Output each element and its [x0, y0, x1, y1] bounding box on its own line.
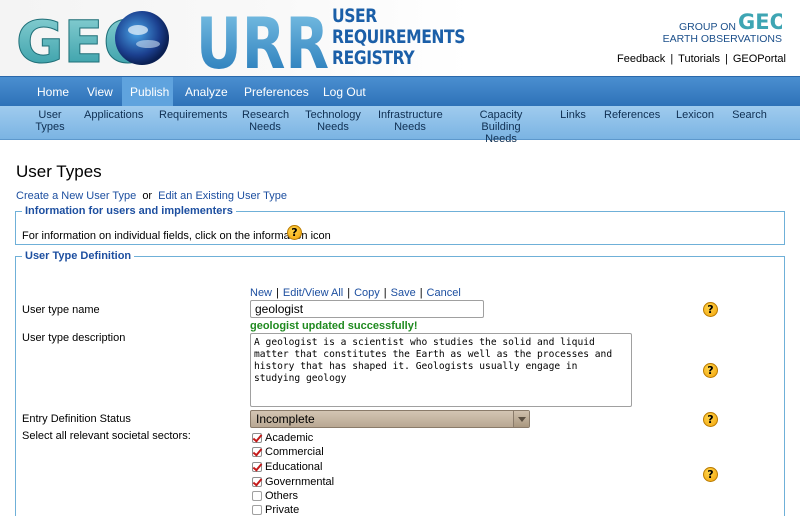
urr-title-line: REQUIREMENTS	[332, 26, 466, 48]
entry-status-select[interactable]: Incomplete	[250, 410, 530, 428]
sector-label: Others	[265, 490, 299, 502]
help-icon[interactable]: ?	[287, 225, 302, 240]
info-section-legend: Information for users and implementers	[22, 205, 236, 217]
subnav-label: Requirements	[159, 109, 228, 121]
urr-title-line: USER	[332, 5, 377, 27]
subnav-search[interactable]: Search	[732, 109, 767, 121]
urr-title-line: REGISTRY	[332, 47, 415, 69]
urr-title: USER REQUIREMENTS REGISTRY	[332, 5, 466, 69]
subnav-label: References	[604, 109, 661, 121]
checkbox-checked[interactable]	[252, 462, 262, 472]
subnav-applications[interactable]: Applications	[84, 109, 144, 121]
subnav-label: Needs	[394, 121, 426, 133]
sub-nav: User Types Applications Requirements Res…	[0, 106, 800, 145]
separator: |	[276, 287, 279, 299]
nav-analyze[interactable]: Analyze	[177, 77, 236, 107]
separator: |	[347, 287, 351, 299]
page-title: User Types	[16, 162, 102, 181]
subnav-label: Lexicon	[676, 109, 714, 121]
copy-link[interactable]: Copy	[354, 287, 380, 299]
subnav-label: Applications	[84, 109, 144, 121]
subnav-label: Capacity Building	[479, 109, 523, 133]
chevron-down-icon[interactable]	[513, 411, 529, 427]
nav-publish[interactable]: Publish	[122, 77, 173, 107]
org-name-line: GROUP ON	[679, 21, 736, 33]
help-icon[interactable]: ?	[703, 363, 718, 378]
separator: |	[670, 53, 674, 65]
or-text: or	[142, 190, 153, 202]
new-link[interactable]: New	[250, 287, 272, 299]
subnav-label: Needs	[317, 121, 349, 133]
user-type-name-label: User type name	[22, 304, 100, 316]
checkbox-checked[interactable]	[252, 477, 262, 487]
create-edit-links: Create a New User Type or Edit an Existi…	[16, 190, 287, 202]
subnav-research-needs[interactable]: Research Needs	[242, 109, 290, 133]
separator: |	[419, 287, 423, 299]
cancel-link[interactable]: Cancel	[427, 287, 461, 299]
separator: |	[724, 53, 728, 65]
checkbox-unchecked[interactable]	[252, 505, 262, 515]
help-icon[interactable]: ?	[703, 412, 718, 427]
main-nav: Home View Publish Analyze Preferences Lo…	[0, 76, 800, 107]
subnav-requirements[interactable]: Requirements	[159, 109, 228, 121]
subnav-links[interactable]: Links	[560, 109, 586, 121]
nav-log-out[interactable]: Log Out	[315, 77, 374, 107]
subnav-label: Technology	[305, 109, 361, 121]
help-icon[interactable]: ?	[703, 302, 718, 317]
checkbox-checked[interactable]	[252, 447, 262, 457]
create-user-type-link[interactable]: Create a New User Type	[16, 190, 136, 202]
definition-section-legend: User Type Definition	[22, 250, 135, 262]
subnav-capacity-building-needs[interactable]: Capacity Building Needs	[459, 109, 543, 145]
entry-status-value: Incomplete	[256, 412, 315, 426]
subnav-references[interactable]: References	[604, 109, 661, 121]
sector-label: Educational	[265, 461, 323, 473]
subnav-label: Needs	[249, 121, 281, 133]
checkbox-checked[interactable]	[252, 433, 262, 443]
subnav-infrastructure-needs[interactable]: Infrastructure Needs	[378, 109, 443, 133]
user-type-description-textarea[interactable]: A geologist is a scientist who studies t…	[250, 333, 632, 407]
separator: |	[383, 287, 387, 299]
subnav-technology-needs[interactable]: Technology Needs	[305, 109, 361, 133]
geoportal-link[interactable]: GEOPortal	[733, 53, 786, 65]
sector-label: Private	[265, 504, 300, 516]
definition-actions: New | Edit/View All | Copy | Save | Cancel	[250, 287, 461, 299]
org-name-line: EARTH OBSERVATIONS	[662, 33, 782, 45]
info-text: For information on individual fields, cl…	[22, 230, 331, 242]
help-icon[interactable]: ?	[703, 467, 718, 482]
edit-user-type-link[interactable]: Edit an Existing User Type	[158, 190, 287, 202]
subnav-user-types[interactable]: User Types	[32, 109, 68, 133]
subnav-label: Types	[35, 121, 65, 133]
checkbox-unchecked[interactable]	[252, 491, 262, 501]
societal-sectors-label: Select all relevant societal sectors:	[22, 430, 191, 442]
tutorials-link[interactable]: Tutorials	[678, 53, 720, 65]
success-message: geologist updated successfully!	[250, 320, 418, 332]
geo-org-logo[interactable]: GEO GROUP ON EARTH OBSERVATIONS	[642, 10, 782, 52]
nav-home[interactable]: Home	[29, 77, 77, 107]
sector-label: Academic	[265, 432, 314, 444]
geo-logo[interactable]: GEO	[14, 6, 174, 70]
entry-status-label: Entry Definition Status	[22, 413, 131, 425]
urr-logo[interactable]: URR	[196, 6, 331, 70]
user-type-description-label: User type description	[22, 332, 126, 344]
subnav-lexicon[interactable]: Lexicon	[676, 109, 714, 121]
sector-label: Commercial	[265, 446, 324, 458]
top-links: Feedback | Tutorials | GEOPortal	[617, 53, 786, 65]
feedback-link[interactable]: Feedback	[617, 53, 665, 65]
nav-preferences[interactable]: Preferences	[236, 77, 317, 107]
subnav-label: Search	[732, 109, 767, 121]
subnav-label: User	[38, 109, 62, 121]
subnav-label: Links	[560, 109, 586, 121]
logo-banner: GEO URR USER REQUIREMENTS REGISTRY	[0, 0, 470, 76]
user-type-name-input[interactable]	[250, 300, 484, 318]
subnav-label: Research	[242, 109, 290, 121]
save-link[interactable]: Save	[391, 287, 416, 299]
nav-view[interactable]: View	[79, 77, 121, 107]
subnav-label: Infrastructure	[378, 109, 443, 121]
edit-view-all-link[interactable]: Edit/View All	[283, 287, 343, 299]
sector-label: Governmental	[265, 476, 335, 488]
header: GEO URR USER REQUIREMENTS REGISTRY GEO G…	[0, 0, 800, 76]
urr-logo-text: URR	[196, 6, 329, 70]
subnav-label: Needs	[485, 133, 517, 145]
